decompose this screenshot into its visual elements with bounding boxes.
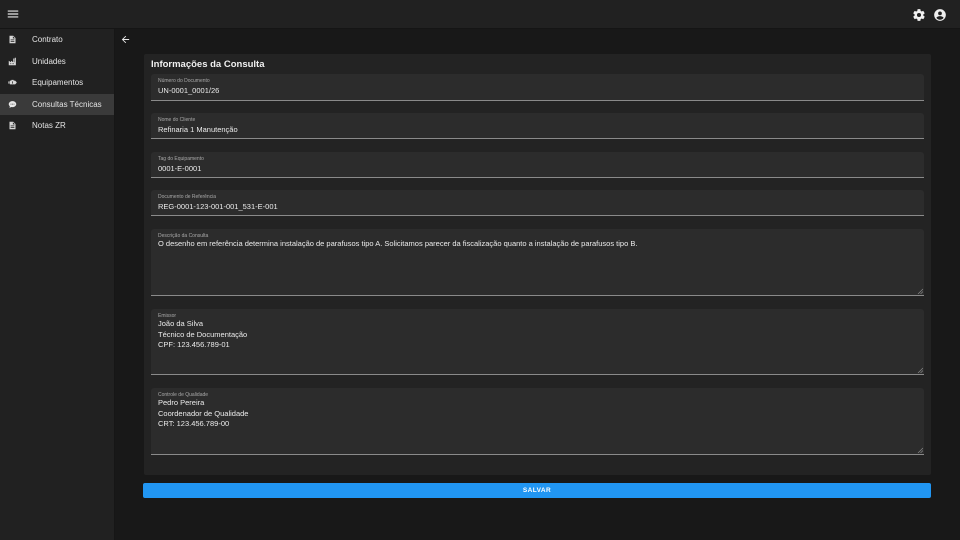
sidebar-item-notas-zr[interactable]: Notas ZR [0, 115, 114, 137]
nome-cliente-field: Nome do Cliente [151, 113, 924, 139]
pump-icon [0, 78, 32, 87]
sidebar-item-label: Equipamentos [32, 78, 84, 88]
sidebar-item-contrato[interactable]: Contrato [0, 29, 114, 51]
nome-cliente-input[interactable] [158, 123, 908, 135]
sidebar-item-label: Consultas Técnicas [32, 99, 102, 109]
gear-icon[interactable] [912, 8, 926, 22]
controle-qualidade-field: Controle de Qualidade Pedro Pereira Coor… [151, 388, 924, 455]
documento-referencia-field: Documento de Referência [151, 190, 924, 216]
documento-referencia-input[interactable] [158, 200, 908, 212]
document-icon [0, 121, 32, 130]
app-bar [0, 0, 960, 29]
resize-handle-icon[interactable] [917, 367, 923, 373]
consulta-form-card: Informações da Consulta Número do Docume… [144, 54, 931, 475]
sidebar-item-label: Notas ZR [32, 121, 66, 131]
factory-icon [0, 57, 32, 66]
numero-documento-input[interactable] [158, 84, 908, 96]
emissor-field: Emissor João da Silva Técnico de Documen… [151, 309, 924, 375]
hamburger-menu-icon[interactable] [6, 7, 20, 21]
form-title: Informações da Consulta [151, 59, 265, 70]
descricao-consulta-field: Descrição da Consulta O desenho em refer… [151, 229, 924, 296]
save-button[interactable]: SALVAR [143, 483, 931, 498]
sidebar-item-label: Contrato [32, 35, 63, 45]
resize-handle-icon[interactable] [917, 447, 923, 453]
sidebar-item-label: Unidades [32, 56, 66, 66]
arrow-left-icon[interactable] [120, 34, 131, 45]
sidebar-item-equipamentos[interactable]: Equipamentos [0, 72, 114, 94]
sidebar-nav: Contrato Unidades Equipamentos Consultas… [0, 29, 115, 540]
tag-equipamento-input[interactable] [158, 162, 908, 174]
numero-documento-field: Número do Documento [151, 74, 924, 101]
descricao-consulta-textarea[interactable]: O desenho em referência determina instal… [158, 239, 918, 289]
sidebar-item-unidades[interactable]: Unidades [0, 51, 114, 73]
document-icon [0, 35, 32, 44]
controle-qualidade-textarea[interactable]: Pedro Pereira Coordenador de Qualidade C… [158, 398, 918, 448]
resize-handle-icon[interactable] [917, 288, 923, 294]
emissor-textarea[interactable]: João da Silva Técnico de Documentação CP… [158, 319, 918, 369]
account-circle-icon[interactable] [933, 8, 947, 22]
comment-icon [0, 100, 32, 109]
tag-equipamento-field: Tag do Equipamento [151, 152, 924, 178]
sidebar-item-consultas-tecnicas[interactable]: Consultas Técnicas [0, 93, 114, 115]
